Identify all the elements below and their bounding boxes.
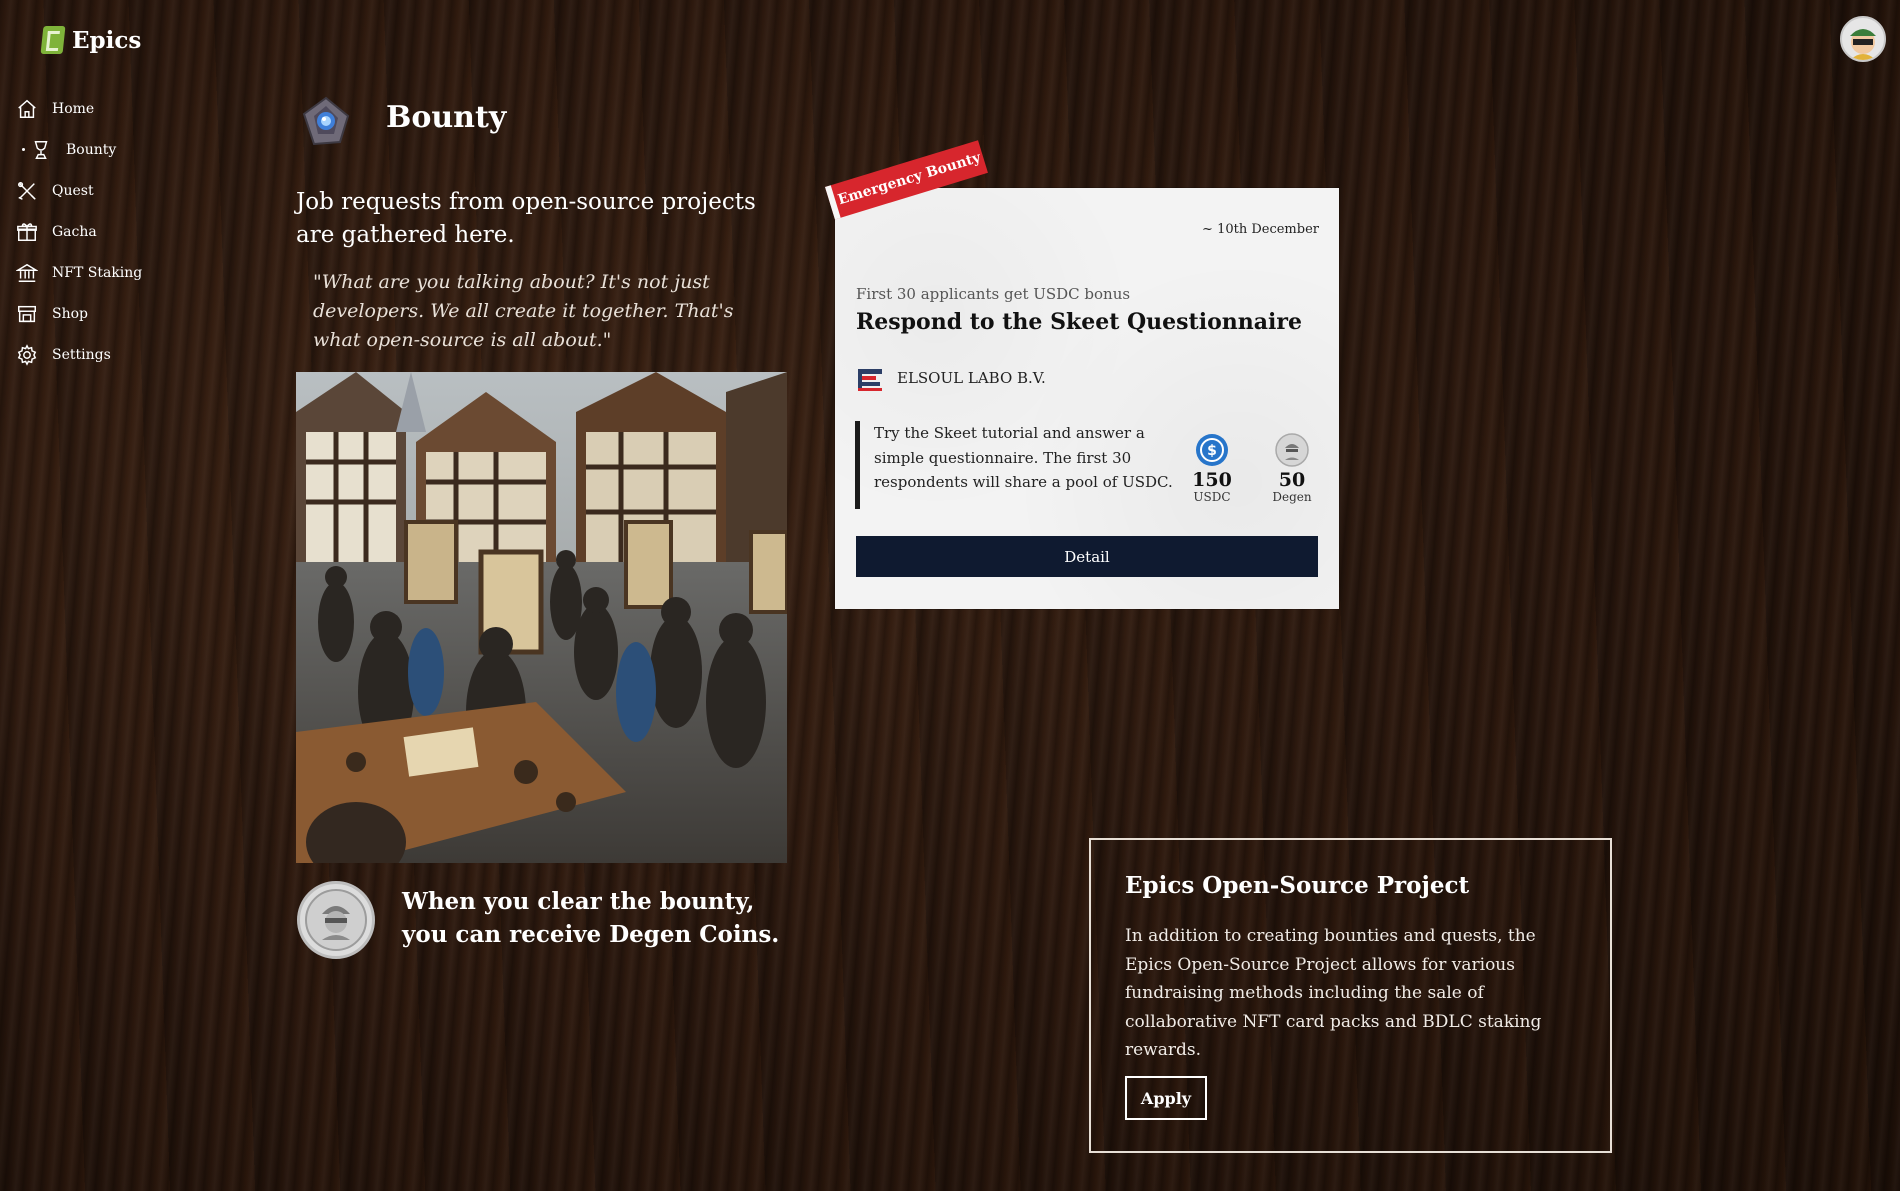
app-logo[interactable]: Epics bbox=[40, 26, 142, 54]
bounty-deadline: ~ 10th December bbox=[1202, 222, 1319, 237]
bounty-subtitle: First 30 applicants get USDC bonus bbox=[856, 285, 1131, 303]
project-panel: Epics Open-Source Project In addition to… bbox=[1089, 838, 1612, 1153]
page-title: Bounty bbox=[386, 100, 507, 135]
organization-logo-icon bbox=[857, 368, 883, 392]
app-name: Epics bbox=[72, 26, 142, 54]
reward-amount: 150 bbox=[1192, 469, 1232, 491]
home-icon bbox=[16, 98, 38, 120]
bank-icon bbox=[16, 262, 38, 284]
project-title: Epics Open-Source Project bbox=[1125, 872, 1470, 899]
degen-coins-text: When you clear the bounty, you can recei… bbox=[402, 888, 780, 948]
tools-icon bbox=[16, 180, 38, 202]
bounty-organization: ELSOUL LABO B.V. bbox=[897, 369, 1046, 387]
sidebar-item-shop[interactable]: Shop bbox=[16, 293, 246, 334]
bounty-description: Try the Skeet tutorial and answer a simp… bbox=[855, 421, 1174, 509]
gift-icon bbox=[16, 221, 38, 243]
svg-text:$: $ bbox=[1207, 443, 1217, 459]
apply-button[interactable]: Apply bbox=[1125, 1076, 1207, 1120]
sidebar-item-label: Settings bbox=[52, 346, 111, 363]
sidebar-item-settings[interactable]: Settings bbox=[16, 334, 246, 375]
sidebar-item-label: Bounty bbox=[66, 141, 117, 158]
reward-unit: Degen bbox=[1272, 490, 1312, 504]
hero-image bbox=[296, 372, 787, 863]
sidebar-nav: Home Bounty Quest Gacha NFT Staking Shop bbox=[16, 88, 246, 375]
degen-coin-icon bbox=[1275, 433, 1309, 467]
crystal-icon bbox=[296, 92, 356, 152]
reward-unit: USDC bbox=[1193, 490, 1231, 504]
bounty-title: Respond to the Skeet Questionnaire bbox=[856, 309, 1302, 335]
project-description: In addition to creating bounties and que… bbox=[1125, 926, 1542, 1060]
degen-coin-icon bbox=[297, 881, 375, 959]
sidebar-item-label: Shop bbox=[52, 305, 88, 322]
store-icon bbox=[16, 303, 38, 325]
reward-degen: 50 Degen bbox=[1262, 433, 1322, 504]
user-avatar[interactable] bbox=[1840, 16, 1886, 62]
sidebar-item-home[interactable]: Home bbox=[16, 88, 246, 129]
intro-quote: "What are you talking about? It's not ju… bbox=[313, 271, 734, 351]
sidebar-item-label: Quest bbox=[52, 182, 94, 199]
reward-amount: 50 bbox=[1278, 469, 1306, 491]
intro-text: Job requests from open-source projects a… bbox=[296, 189, 756, 248]
sidebar-item-quest[interactable]: Quest bbox=[16, 170, 246, 211]
trophy-icon bbox=[30, 139, 52, 161]
sidebar-item-label: Gacha bbox=[52, 223, 97, 240]
bounty-card[interactable]: ~ 10th December First 30 applicants get … bbox=[835, 188, 1339, 609]
detail-button[interactable]: Detail bbox=[856, 536, 1318, 577]
sidebar-item-nft-staking[interactable]: NFT Staking bbox=[16, 252, 246, 293]
gear-icon bbox=[16, 343, 38, 366]
reward-usdc: $ 150 USDC bbox=[1182, 433, 1242, 504]
sidebar-item-gacha[interactable]: Gacha bbox=[16, 211, 246, 252]
usdc-icon: $ bbox=[1195, 433, 1229, 467]
sidebar-item-label: NFT Staking bbox=[52, 264, 143, 281]
sidebar-item-label: Home bbox=[52, 100, 95, 117]
epics-logo-icon bbox=[40, 26, 66, 54]
sidebar-item-bounty[interactable]: Bounty bbox=[16, 129, 246, 170]
